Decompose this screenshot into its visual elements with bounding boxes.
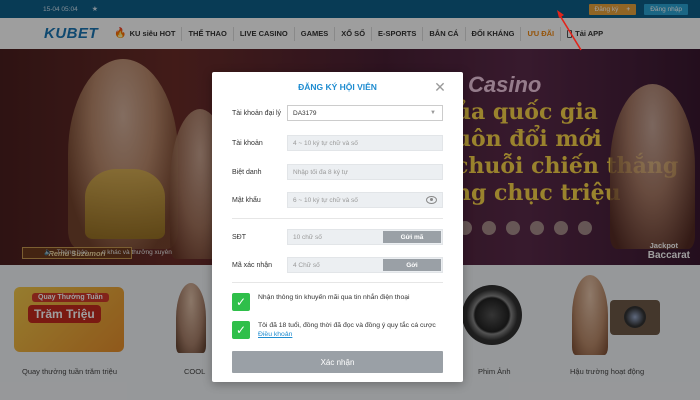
phone-placeholder: 10 chữ số — [293, 233, 322, 241]
password-label: Mật khẩu — [232, 196, 261, 204]
age-consent-text: Tôi đã 18 tuổi, đồng thời đã đọc và đồng… — [258, 321, 443, 339]
send-button[interactable]: Gởi — [383, 259, 441, 271]
nickname-label: Biệt danh — [232, 168, 262, 176]
account-row: Tài khoản 4 ~ 10 ký tự chữ và số — [232, 135, 443, 151]
verify-row: Mã xác nhận 4 Chữ số Gởi — [232, 257, 443, 273]
agent-account-value: DA3179 — [293, 109, 317, 117]
verify-label: Mã xác nhận — [232, 261, 273, 269]
register-modal: ĐĂNG KÝ HỘI VIÊN ✕ Tài khoản đại lý DA31… — [212, 72, 463, 382]
age-consent-prefix: Tôi đã 18 tuổi, đồng thời đã đọc và đồng… — [258, 322, 436, 329]
age-consent-checkbox[interactable]: ✓ — [232, 321, 250, 339]
send-code-button[interactable]: Gửi mã — [383, 231, 441, 243]
phone-input[interactable]: 10 chữ số Gửi mã — [287, 229, 443, 245]
close-icon[interactable]: ✕ — [433, 80, 447, 94]
verify-input[interactable]: 4 Chữ số Gởi — [287, 257, 443, 273]
promo-consent-checkbox[interactable]: ✓ — [232, 293, 250, 311]
phone-row: SĐT 10 chữ số Gửi mã — [232, 229, 443, 245]
account-label: Tài khoản — [232, 139, 263, 147]
agent-account-row: Tài khoản đại lý DA3179 ▼ — [232, 105, 443, 121]
red-pointer-arrow-icon — [557, 10, 582, 51]
confirm-button[interactable]: Xác nhận — [232, 351, 443, 373]
divider — [232, 218, 443, 219]
promo-consent-text: Nhận thông tin khuyến mãi qua tin nhắn đ… — [258, 294, 410, 301]
password-input[interactable]: 6 ~ 10 ký tự chữ và số — [287, 192, 443, 208]
account-input[interactable]: 4 ~ 10 ký tự chữ và số — [287, 135, 443, 151]
phone-label: SĐT — [232, 233, 246, 241]
agent-account-select[interactable]: DA3179 ▼ — [287, 105, 443, 121]
age-consent-row: ✓ Tôi đã 18 tuổi, đồng thời đã đọc và đồ… — [232, 321, 443, 339]
nickname-input[interactable]: Nhập tối đa 8 ký tự — [287, 164, 443, 180]
agent-account-label: Tài khoản đại lý — [232, 109, 282, 117]
terms-link[interactable]: Điều khoản — [258, 331, 292, 338]
divider — [232, 282, 443, 283]
modal-title: ĐĂNG KÝ HỘI VIÊN — [298, 82, 377, 92]
eye-icon[interactable] — [426, 196, 437, 204]
password-placeholder: 6 ~ 10 ký tự chữ và số — [293, 196, 358, 204]
verify-placeholder: 4 Chữ số — [293, 261, 320, 269]
promo-consent-row: ✓ Nhận thông tin khuyến mãi qua tin nhắn… — [232, 293, 443, 311]
nickname-row: Biệt danh Nhập tối đa 8 ký tự — [232, 164, 443, 180]
chevron-down-icon: ▼ — [430, 110, 436, 116]
password-row: Mật khẩu 6 ~ 10 ký tự chữ và số — [232, 192, 443, 208]
